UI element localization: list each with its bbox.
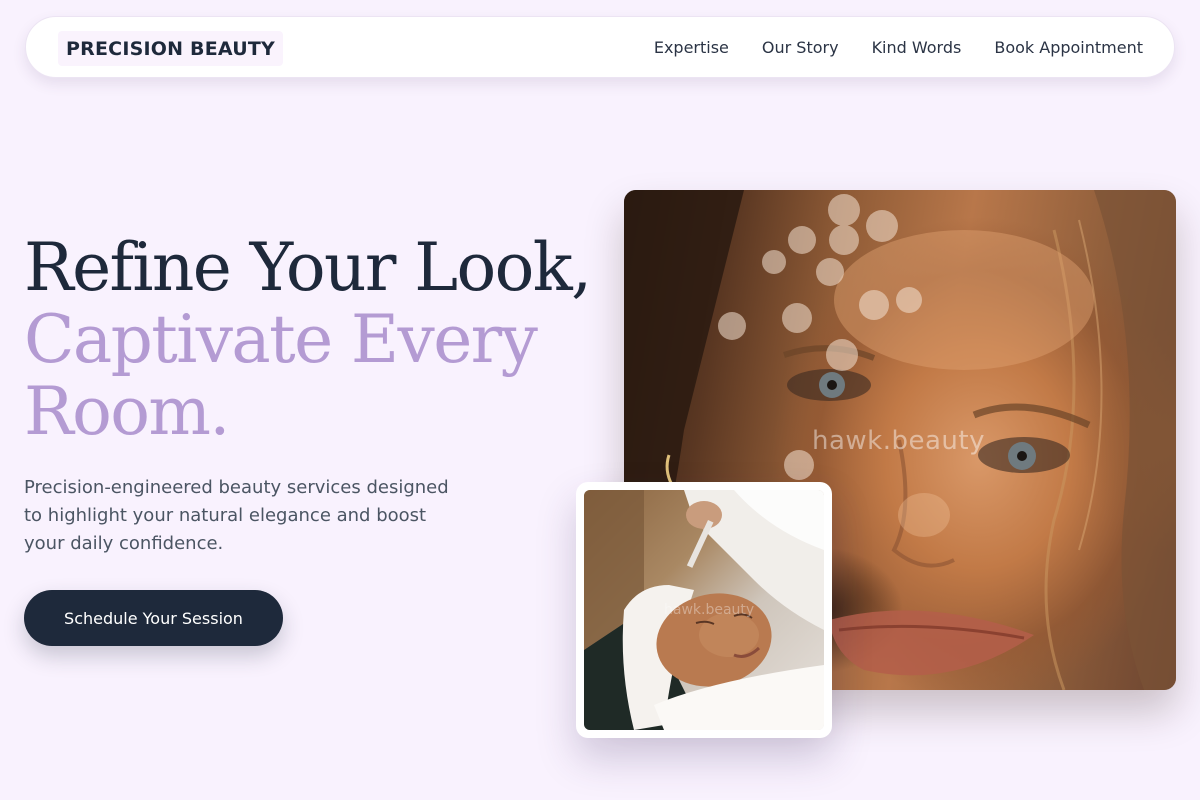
nav-link-book-appointment[interactable]: Book Appointment <box>994 38 1143 57</box>
facial-treatment-image: hawk.beauty <box>584 490 824 730</box>
nav-link-kind-words[interactable]: Kind Words <box>872 38 962 57</box>
hero-headline: Refine Your Look, Captivate Every Room. <box>24 229 592 450</box>
headline-line-2: Captivate Every <box>24 301 538 378</box>
nav-link-our-story[interactable]: Our Story <box>762 38 839 57</box>
portrait-watermark: hawk.beauty <box>812 426 985 456</box>
nav-link-expertise[interactable]: Expertise <box>654 38 729 57</box>
hero-subtext: Precision-engineered beauty services des… <box>24 477 449 554</box>
brand-logo[interactable]: PRECISION BEAUTY <box>58 31 283 66</box>
headline-line-1: Refine Your Look, <box>24 229 592 306</box>
schedule-session-button[interactable]: Schedule Your Session <box>24 590 283 646</box>
headline-line-3: Room. <box>24 373 230 450</box>
nav-links: Expertise Our Story Kind Words Book Appo… <box>654 17 1143 77</box>
facial-treatment-card: hawk.beauty <box>576 482 832 738</box>
top-navigation-bar: PRECISION BEAUTY Expertise Our Story Kin… <box>25 16 1175 78</box>
treatment-watermark: hawk.beauty <box>664 602 755 618</box>
